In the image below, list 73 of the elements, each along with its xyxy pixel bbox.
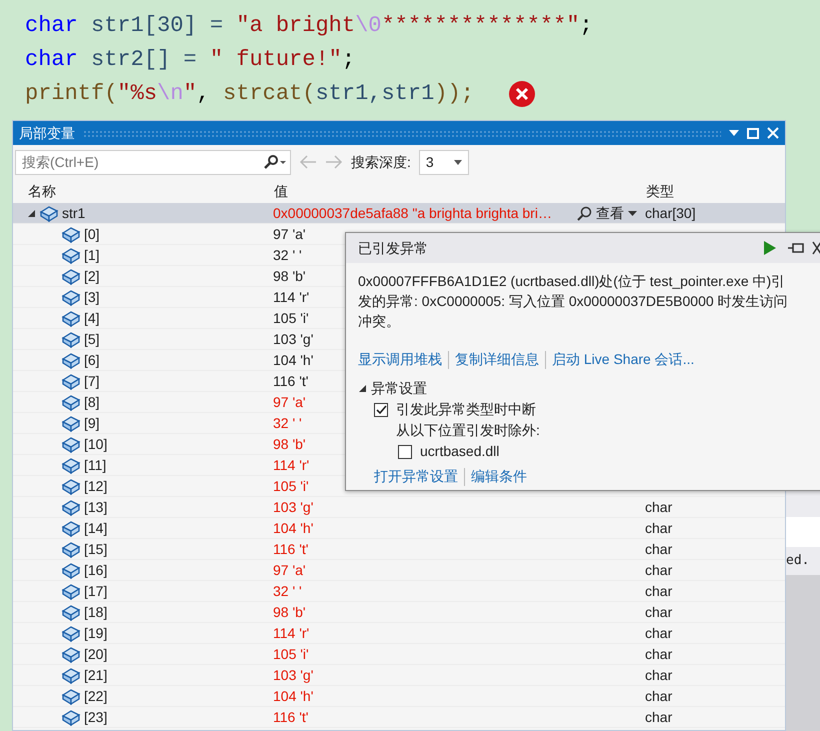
variable-name: [2] bbox=[84, 267, 100, 286]
code-line: char str2[] = " future!"; bbox=[25, 46, 356, 74]
variable-type: char bbox=[645, 499, 672, 515]
variable-name: [7] bbox=[84, 372, 100, 391]
variable-value: 103 'g' bbox=[273, 666, 314, 685]
variable-value: 105 'i' bbox=[273, 309, 309, 328]
variable-name: [17] bbox=[84, 582, 108, 601]
checkbox-label: 引发此异常类型时中断 bbox=[396, 400, 536, 419]
variable-type: char bbox=[645, 604, 672, 620]
variable-value: 98 'b' bbox=[273, 603, 306, 622]
variable-name: [5] bbox=[84, 330, 100, 349]
variable-value: 104 'h' bbox=[273, 351, 314, 370]
variable-type: char[30] bbox=[645, 205, 696, 221]
variable-value: 116 't' bbox=[273, 708, 308, 727]
checkbox-label: ucrtbased.dll bbox=[420, 442, 500, 461]
variable-value: 97 'a' bbox=[273, 225, 306, 244]
section-label: 异常设置 bbox=[371, 379, 427, 398]
panel-title: 局部变量 bbox=[19, 124, 75, 142]
variable-value: 114 'r' bbox=[273, 456, 310, 475]
variable-name: [3] bbox=[84, 288, 100, 307]
variable-value: 114 'r' bbox=[273, 624, 310, 643]
variable-type: char bbox=[645, 583, 672, 599]
variable-type: char bbox=[645, 541, 672, 557]
variable-name: [13] bbox=[84, 498, 108, 517]
variable-name: [14] bbox=[84, 519, 108, 538]
variable-value: 105 'i' bbox=[273, 477, 309, 496]
code-line: char str1[30] = "a bright\0**************"; bbox=[25, 12, 593, 40]
variable-name: [9] bbox=[84, 414, 100, 433]
variable-name: [6] bbox=[84, 351, 100, 370]
depth-label: 搜索深度: bbox=[351, 152, 411, 172]
exception-label: 从以下位置引发时除外: bbox=[396, 421, 541, 440]
variable-type: char bbox=[645, 709, 672, 725]
variable-name: [20] bbox=[84, 645, 108, 664]
variable-value: 98 'b' bbox=[273, 435, 306, 454]
variable-name: [15] bbox=[84, 540, 108, 559]
code-line: printf("%s\n", strcat(str1,str1)); bbox=[25, 80, 474, 108]
variable-value: 97 'a' bbox=[273, 393, 306, 412]
variable-value: 104 'h' bbox=[273, 519, 314, 538]
variable-name: [22] bbox=[84, 687, 108, 706]
variable-name: [10] bbox=[84, 435, 108, 454]
variable-value: 98 'b' bbox=[273, 267, 306, 286]
variable-value: 103 'g' bbox=[273, 498, 314, 517]
variable-value: 32 ' ' bbox=[273, 582, 302, 601]
variable-type: char bbox=[645, 562, 672, 578]
variable-value: 116 't' bbox=[273, 540, 308, 559]
variable-name: str1 bbox=[62, 204, 86, 223]
variable-value: 32 ' ' bbox=[273, 246, 302, 265]
variable-name: [18] bbox=[84, 603, 108, 622]
variable-name: [0] bbox=[84, 225, 100, 244]
variable-type: char bbox=[645, 646, 672, 662]
popup-title: 已引发异常 bbox=[358, 238, 428, 258]
variable-value: 114 'r' bbox=[273, 288, 310, 307]
variable-type: char bbox=[645, 625, 672, 641]
variable-value: 0x00000037de5afa88 "a brighta brighta bri… bbox=[273, 204, 552, 223]
variable-name: [19] bbox=[84, 624, 108, 643]
variable-name: [23] bbox=[84, 708, 108, 727]
variable-name: [11] bbox=[84, 456, 106, 475]
variable-value: 97 'a' bbox=[273, 561, 306, 580]
variable-value: 105 'i' bbox=[273, 645, 309, 664]
variable-value: 103 'g' bbox=[273, 330, 314, 349]
variable-value: 116 't' bbox=[273, 372, 308, 391]
variable-name: [21] bbox=[84, 666, 108, 685]
variable-type: char bbox=[645, 520, 672, 536]
variable-type: char bbox=[645, 667, 672, 683]
variable-name: [1] bbox=[84, 246, 100, 265]
variable-name: [4] bbox=[84, 309, 100, 328]
variable-value: 104 'h' bbox=[273, 687, 314, 706]
variable-value: 32 ' ' bbox=[273, 414, 302, 433]
variable-name: [8] bbox=[84, 393, 100, 412]
variable-name: [12] bbox=[84, 477, 108, 496]
variable-type: char bbox=[645, 688, 672, 704]
background-text: ed. bbox=[786, 547, 820, 575]
variable-name: [16] bbox=[84, 561, 108, 580]
